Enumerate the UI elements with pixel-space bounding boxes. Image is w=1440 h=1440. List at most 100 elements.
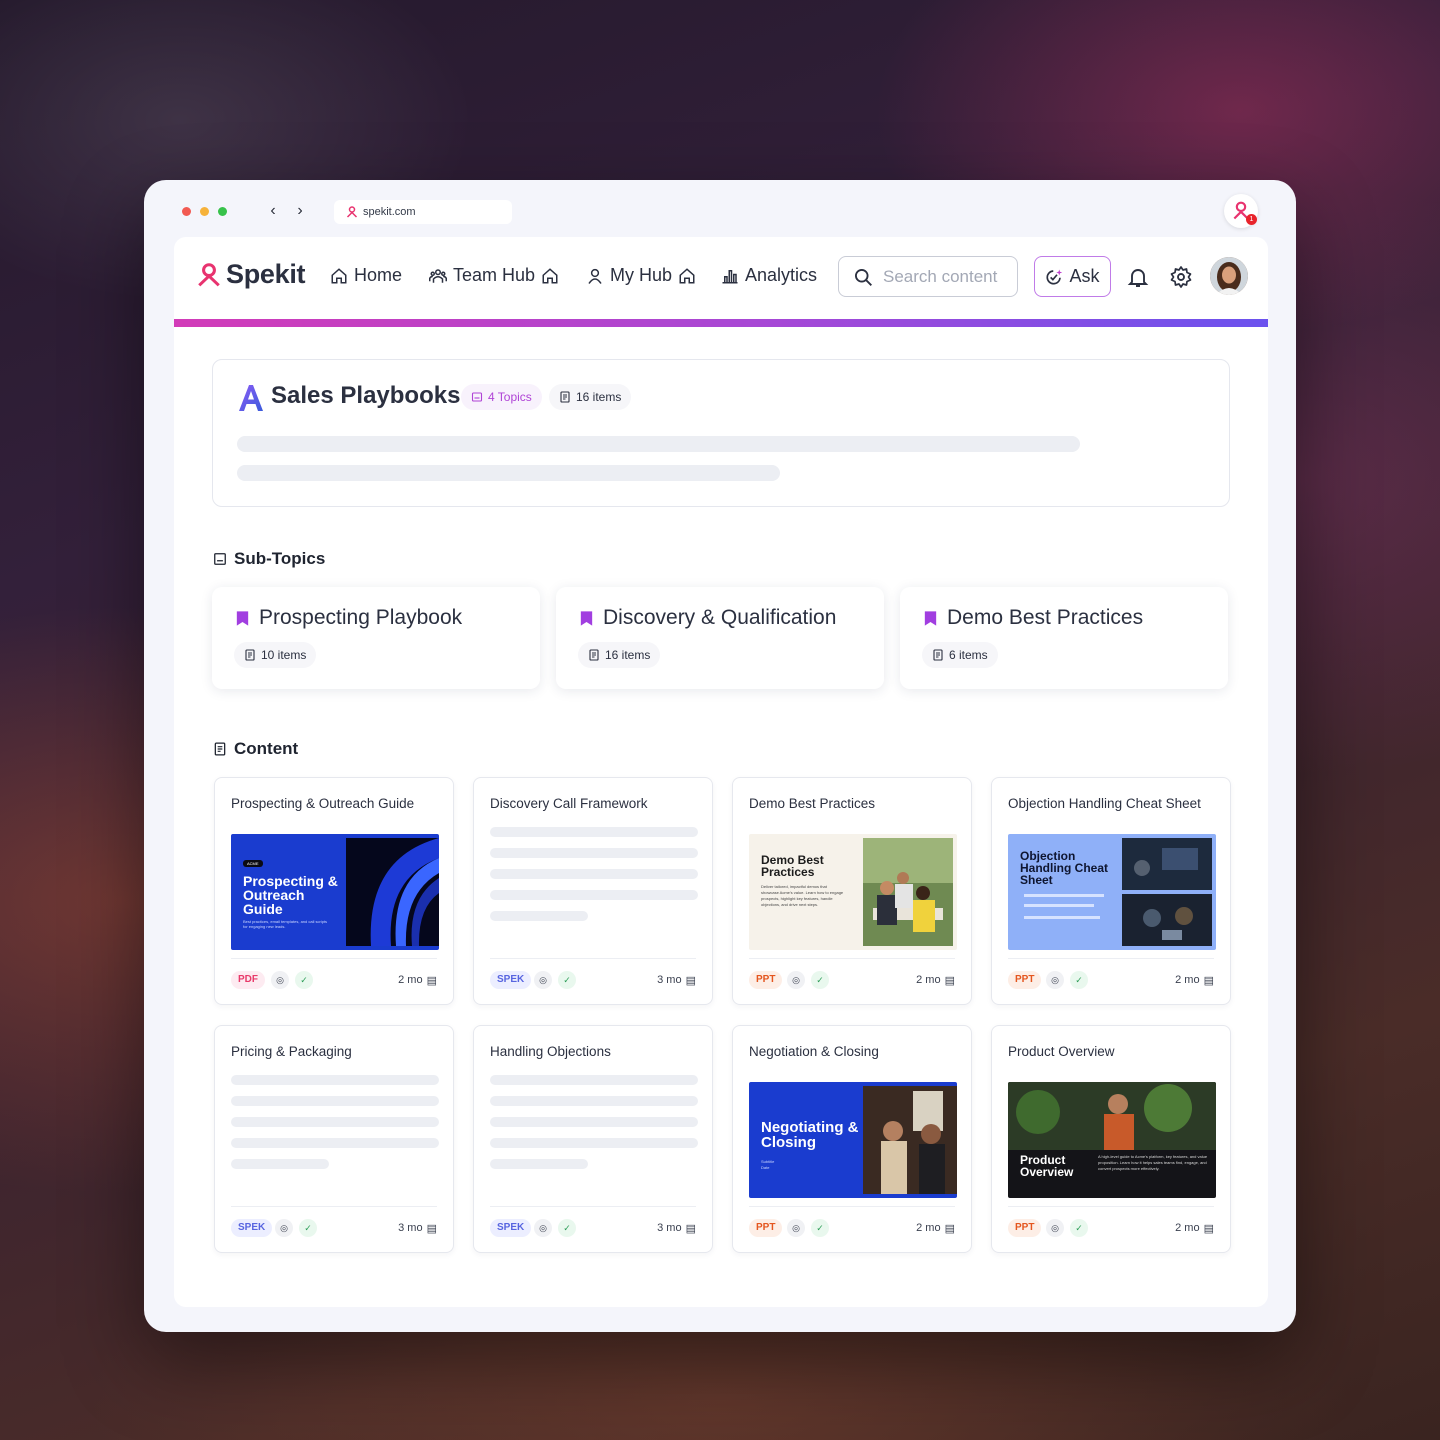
content-skeleton [231, 1117, 439, 1127]
content-card[interactable]: Product Overview Product Overview A high… [991, 1025, 1231, 1253]
maximize-window-dot[interactable] [218, 207, 227, 216]
user-avatar[interactable] [1210, 257, 1248, 295]
subtopic-title: Prospecting Playbook [234, 606, 462, 630]
subtopic-count: 10 items [261, 648, 307, 662]
search-input[interactable]: Search content [838, 256, 1018, 297]
content-card[interactable]: Discovery Call Framework SPEK ◎ ✓ 3 mo ▤ [473, 777, 713, 1005]
spekit-app: Spekit Home Team Hub My Hub Analytics Se… [174, 237, 1268, 1307]
subtopic-card[interactable]: Prospecting Playbook 10 items [212, 587, 540, 689]
team-icon [429, 268, 447, 283]
items-count-badge: 16 items [549, 384, 632, 410]
back-arrow-icon[interactable]: ‹ [265, 202, 281, 220]
notification-badge: 1 [1246, 214, 1257, 225]
subtopic-count-badge: 6 items [922, 642, 998, 668]
content-skeleton [231, 1075, 439, 1085]
card-age: 3 mo ▤ [398, 1219, 437, 1237]
card-age: 2 mo ▤ [916, 1219, 955, 1237]
nav-team-hub-label: Team Hub [453, 265, 536, 285]
topics-count: 4 Topics [488, 390, 532, 404]
forward-arrow-icon[interactable]: › [292, 202, 308, 220]
calendar-icon: ▤ [426, 974, 437, 987]
thumbnail-heading: Product Overview [1020, 1153, 1074, 1179]
globe-icon: ◎ [1046, 1219, 1064, 1237]
close-window-dot[interactable] [182, 207, 191, 216]
file-type-badge: PPT [749, 1219, 783, 1237]
bookmark-icon [924, 610, 937, 626]
nav-team-hub[interactable]: Team Hub [429, 265, 559, 286]
content-skeleton [490, 1159, 588, 1169]
content-skeleton [490, 1096, 698, 1106]
nav-analytics[interactable]: Analytics [721, 265, 817, 286]
content-card[interactable]: Negotiation & Closing Negotiating & Clos… [732, 1025, 972, 1253]
content-card-title: Negotiation & Closing [749, 1044, 879, 1059]
content-card[interactable]: Demo Best Practices Demo Best Practices … [732, 777, 972, 1005]
search-icon [855, 268, 872, 286]
content-card[interactable]: Prospecting & Outreach Guide ACME Prospe… [214, 777, 454, 1005]
file-type-badge: SPEK [490, 971, 532, 989]
card-age: 2 mo ▤ [916, 971, 955, 989]
globe-icon: ◎ [1046, 971, 1064, 989]
file-type-badge: PPT [749, 971, 783, 989]
ask-label: Ask [1069, 266, 1100, 286]
content-thumbnail: ACME Prospecting & Outreach Guide Best p… [231, 834, 439, 950]
product-photo [1008, 1082, 1216, 1150]
subtopic-card[interactable]: Demo Best Practices 6 items [900, 587, 1228, 689]
topics-count-badge: 4 Topics [461, 384, 542, 410]
check-icon: ✓ [295, 971, 313, 989]
check-icon: ✓ [558, 971, 576, 989]
calendar-icon: ▤ [1203, 974, 1214, 987]
spekit-logo[interactable]: Spekit [196, 259, 306, 290]
description-skeleton [237, 436, 1080, 452]
nav-analytics-label: Analytics [745, 265, 818, 285]
subtopic-title-label: Prospecting Playbook [259, 606, 463, 629]
spekit-favicon-icon [346, 206, 358, 218]
subtopic-count: 16 items [605, 648, 651, 662]
content-card[interactable]: Handling Objections SPEK ◎ ✓ 3 mo ▤ [473, 1025, 713, 1253]
gear-icon[interactable] [1169, 265, 1193, 289]
card-age: 3 mo ▤ [657, 971, 696, 989]
page-title: Sales Playbooks [271, 382, 461, 409]
card-divider [490, 958, 696, 959]
thumbnail-line [1024, 904, 1094, 907]
card-age-label: 2 mo [916, 974, 941, 986]
card-age-label: 2 mo [916, 1222, 941, 1234]
workspace-photos [1122, 838, 1212, 946]
content-card[interactable]: Objection Handling Cheat Sheet Objection… [991, 777, 1231, 1005]
card-divider [749, 1206, 955, 1207]
card-divider [1008, 958, 1214, 959]
document-icon [245, 649, 255, 661]
content-thumbnail: Demo Best Practices Deliver tailored, im… [749, 834, 957, 950]
content-thumbnail: Product Overview A high-level guide to A… [1008, 1082, 1216, 1198]
nav-home[interactable]: Home [330, 265, 402, 286]
content-card[interactable]: Pricing & Packaging SPEK ◎ ✓ 3 mo ▤ [214, 1025, 454, 1253]
ask-button[interactable]: Ask [1034, 256, 1111, 297]
brand-gradient-bar [174, 319, 1268, 327]
check-icon: ✓ [299, 1219, 317, 1237]
minimize-window-dot[interactable] [200, 207, 209, 216]
globe-icon: ◎ [534, 1219, 552, 1237]
subtopic-title: Discovery & Qualification [578, 606, 836, 630]
bell-icon[interactable] [1126, 265, 1150, 289]
subtopic-card[interactable]: Discovery & Qualification 16 items [556, 587, 884, 689]
topic-icon [214, 553, 226, 565]
abstract-art-image [346, 838, 439, 946]
card-age: 3 mo ▤ [657, 1219, 696, 1237]
content-skeleton [490, 827, 698, 837]
thumbnail-heading: Prospecting & Outreach Guide [243, 873, 338, 917]
hub-home-icon [679, 267, 695, 283]
card-age-label: 3 mo [657, 1222, 682, 1234]
nav-home-label: Home [354, 265, 403, 285]
card-age-label: 3 mo [657, 974, 682, 986]
document-icon [589, 649, 599, 661]
content-skeleton [231, 1138, 439, 1148]
topic-header-card: Sales Playbooks 4 Topics 16 items [212, 359, 1230, 507]
card-age: 2 mo ▤ [1175, 971, 1214, 989]
content-card-title: Objection Handling Cheat Sheet [1008, 796, 1201, 811]
nav-my-hub[interactable]: My Hub [586, 265, 696, 286]
content-skeleton [231, 1159, 329, 1169]
description-skeleton [237, 465, 780, 481]
card-age-label: 2 mo [1175, 974, 1200, 986]
subtopic-title-label: Demo Best Practices [947, 606, 1144, 629]
address-bar[interactable]: spekit.com [334, 200, 512, 224]
card-age-label: 3 mo [398, 1222, 423, 1234]
